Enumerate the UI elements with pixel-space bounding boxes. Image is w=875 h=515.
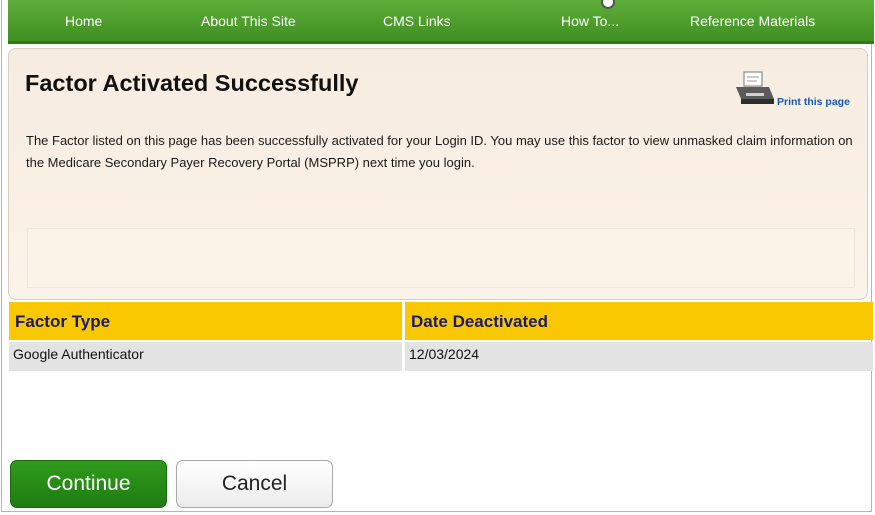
nav-reference-materials[interactable]: Reference Materials xyxy=(690,13,815,29)
page-title: Factor Activated Successfully xyxy=(25,70,359,96)
cursor-indicator xyxy=(601,0,615,9)
cell-date-deactivated: 12/03/2024 xyxy=(405,342,873,371)
continue-button[interactable]: Continue xyxy=(10,460,167,508)
cell-factor-type: Google Authenticator xyxy=(9,342,402,371)
panel-inner-box xyxy=(27,228,855,288)
print-page-link[interactable]: Print this page xyxy=(777,96,850,108)
cancel-button[interactable]: Cancel xyxy=(176,460,333,508)
success-message: The Factor listed on this page has been … xyxy=(26,133,853,170)
printer-icon[interactable] xyxy=(733,69,777,109)
header-factor-type: Factor Type xyxy=(9,302,402,340)
nav-how-to[interactable]: How To... xyxy=(561,13,619,29)
nav-cms-links[interactable]: CMS Links xyxy=(383,13,451,29)
nav-home[interactable]: Home xyxy=(65,13,102,29)
header-date-deactivated: Date Deactivated xyxy=(405,302,873,340)
top-nav: Home About This Site CMS Links How To...… xyxy=(8,0,874,44)
nav-about[interactable]: About This Site xyxy=(201,13,296,29)
